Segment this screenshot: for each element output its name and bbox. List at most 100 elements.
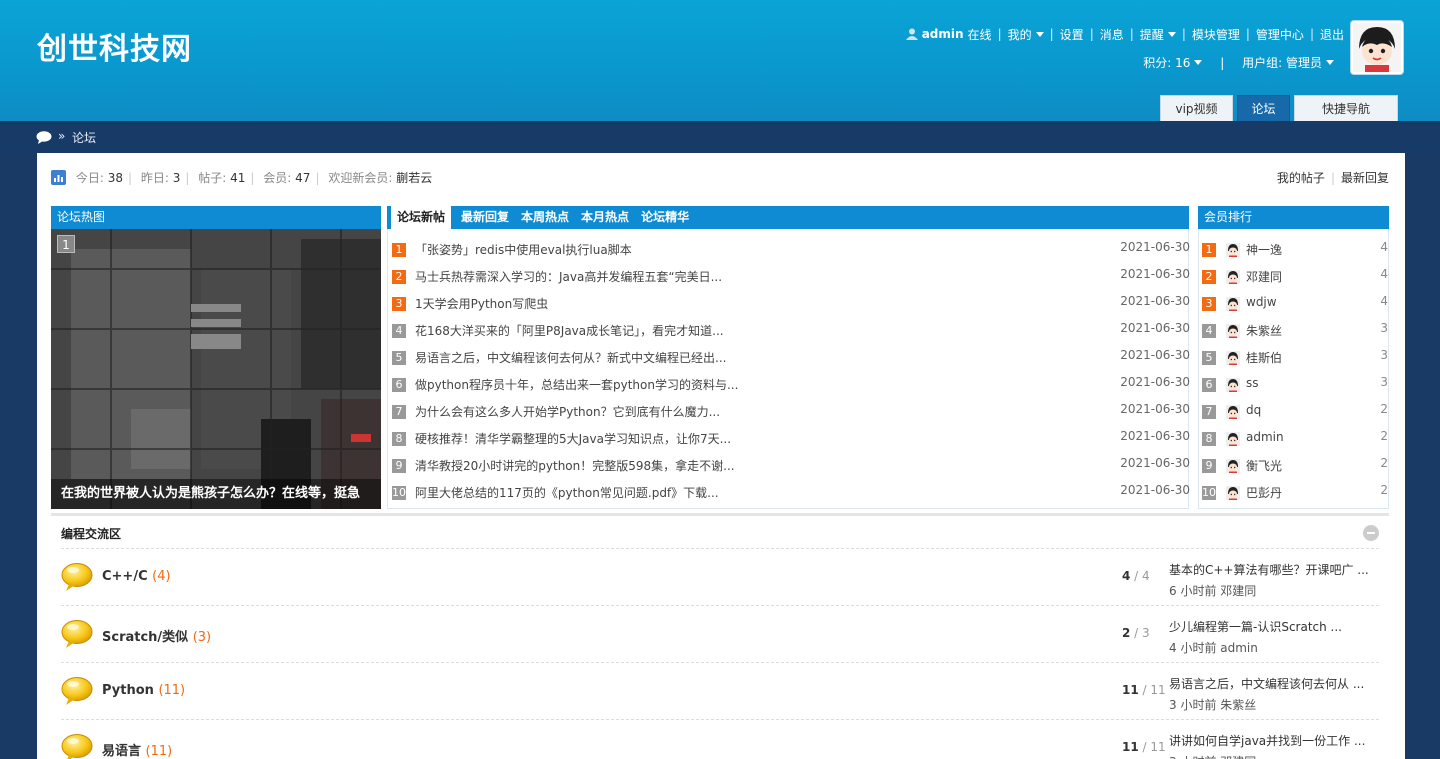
member-avatar-icon[interactable] <box>1226 459 1240 473</box>
member-avatar-icon[interactable] <box>1226 324 1240 338</box>
rank-badge: 10 <box>1202 486 1216 500</box>
user-icon <box>905 28 918 40</box>
new-post-date: 2021-06-30 <box>1120 267 1190 281</box>
forum-last-post: 少儿编程第一篇-认识Scratch ... 4 小时前 admin <box>1169 618 1379 656</box>
member-avatar-icon[interactable] <box>1226 270 1240 284</box>
home-bubble-icon[interactable] <box>36 131 52 144</box>
new-post-title-link[interactable]: 马士兵热荐需深入学习的：Java高并发编程五套“完美日... <box>415 268 722 285</box>
new-post-row: 7 为什么会有这么多人开始学Python？它到底有什么魔力... 2021-06-3… <box>388 397 1190 424</box>
tab-month-hot[interactable]: 本月热点 <box>575 206 635 229</box>
tab-forum[interactable]: 论坛 <box>1237 95 1290 121</box>
logout-link[interactable]: 退出 <box>1320 26 1344 43</box>
forum-name-link[interactable]: C++/C <box>102 569 148 584</box>
member-avatar-icon[interactable] <box>1226 297 1240 311</box>
rank-badge: 8 <box>392 432 406 446</box>
new-post-title-link[interactable]: 做python程序员十年，总结出来一套python学习的资料与... <box>415 376 738 393</box>
last-post-title-link[interactable]: 少儿编程第一篇-认识Scratch ... <box>1169 620 1342 634</box>
member-name-link[interactable]: 邓建同 <box>1246 268 1282 285</box>
messages-link[interactable]: 消息 <box>1100 26 1124 43</box>
settings-link[interactable]: 设置 <box>1060 26 1084 43</box>
latest-replies-link[interactable]: 最新回复 <box>1341 171 1389 185</box>
rank-badge: 8 <box>1202 432 1216 446</box>
tab-quick-nav[interactable]: 快捷导航 <box>1294 95 1398 121</box>
member-avatar-icon[interactable] <box>1226 378 1240 392</box>
new-post-title-link[interactable]: 花168大洋买来的「阿里P8Java成长笔记」，看完才知道... <box>415 322 724 339</box>
hot-image-slide[interactable]: 1 在我的世界被人认为是熊孩子怎么办？在线等，挺急 <box>51 229 381 509</box>
tab-week-hot[interactable]: 本周热点 <box>515 206 575 229</box>
user-info: 积分: 16 | 用户组: 管理员 <box>1143 54 1334 71</box>
new-post-title-link[interactable]: 易语言之后，中文编程该何去何从？新式中文编程已经出... <box>415 349 726 366</box>
member-name-link[interactable]: dq <box>1246 403 1261 417</box>
forum-bubble-icon[interactable] <box>61 676 93 706</box>
forum-bubble-icon[interactable] <box>61 619 93 649</box>
my-posts-link[interactable]: 我的帖子 <box>1277 171 1325 185</box>
member-post-count: 2 <box>1380 483 1388 497</box>
forum-bubble-icon[interactable] <box>61 562 93 592</box>
hot-image-caption[interactable]: 在我的世界被人认为是熊孩子怎么办？在线等，挺急 <box>51 479 381 509</box>
breadcrumb-arrow: » <box>58 129 66 143</box>
member-post-count: 3 <box>1380 321 1388 335</box>
user-avatar[interactable] <box>1350 20 1404 75</box>
my-menu[interactable]: 我的 <box>1008 26 1044 43</box>
tab-latest-replies[interactable]: 最新回复 <box>455 206 515 229</box>
member-name-link[interactable]: 巴彭丹 <box>1246 484 1282 501</box>
forum-row: C++/C (4) 4 / 4 基本的C++算法有哪些？开课吧广 ... 6 小时前 … <box>61 548 1379 605</box>
stat-today: 38 <box>107 171 123 185</box>
member-name-link[interactable]: 朱紫丝 <box>1246 322 1282 339</box>
rank-badge: 4 <box>392 324 406 338</box>
new-post-title-link[interactable]: 阿里大佬总结的117页的《python常见问题.pdf》下载... <box>415 484 719 501</box>
member-rank-row: 3 wdjw 4 <box>1199 289 1388 316</box>
member-avatar-icon[interactable] <box>1226 243 1240 257</box>
member-avatar-icon[interactable] <box>1226 405 1240 419</box>
admin-center-link[interactable]: 管理中心 <box>1256 26 1304 43</box>
new-post-title-link[interactable]: 「张姿势」redis中使用eval执行lua脚本 <box>415 241 632 258</box>
section-title[interactable]: 编程交流区 <box>61 525 121 542</box>
member-name-link[interactable]: wdjw <box>1246 295 1277 309</box>
stats-chart-icon <box>51 170 66 185</box>
usergroup-menu[interactable]: 用户组: 管理员 <box>1242 56 1334 70</box>
tab-vip-video[interactable]: vip视频 <box>1160 95 1233 121</box>
new-post-title-link[interactable]: 为什么会有这么多人开始学Python？它到底有什么魔力... <box>415 403 720 420</box>
tab-new-threads[interactable]: 论坛新帖 <box>391 206 452 229</box>
member-avatar-icon[interactable] <box>1226 486 1240 500</box>
reminders-menu[interactable]: 提醒 <box>1140 26 1176 43</box>
site-logo[interactable]: 创世科技网 <box>37 24 192 68</box>
module-admin-link[interactable]: 模块管理 <box>1192 26 1240 43</box>
points-menu[interactable]: 积分: 16 <box>1143 56 1203 70</box>
member-avatar-icon[interactable] <box>1226 351 1240 365</box>
breadcrumb-forum[interactable]: 论坛 <box>72 129 96 146</box>
rank-badge: 1 <box>392 243 406 257</box>
member-name-link[interactable]: admin <box>1246 430 1284 444</box>
rank-badge: 7 <box>1202 405 1216 419</box>
rank-badge: 10 <box>392 486 406 500</box>
member-avatar-icon[interactable] <box>1226 432 1240 446</box>
new-post-row: 9 清华教授20小时讲完的python！完整版598集，拿走不谢... 2021-0… <box>388 451 1190 478</box>
forum-name-link[interactable]: 易语言 <box>102 744 141 759</box>
member-post-count: 4 <box>1380 267 1388 281</box>
new-post-title-link[interactable]: 硬核推荐！清华学霸整理的5大Java学习知识点，让你7天... <box>415 430 731 447</box>
slide-index[interactable]: 1 <box>57 235 75 253</box>
collapse-icon[interactable] <box>1363 525 1379 541</box>
member-name-link[interactable]: 神一逸 <box>1246 241 1282 258</box>
username-link[interactable]: admin <box>922 27 964 41</box>
last-post-title-link[interactable]: 讲讲如何自学java并找到一份工作 ... <box>1169 734 1365 748</box>
forum-name-link[interactable]: Scratch/类似 <box>102 630 188 645</box>
caret-down-icon <box>1035 31 1044 37</box>
member-rank-row: 4 朱紫丝 3 <box>1199 316 1388 343</box>
newest-member-link[interactable]: 蒯若云 <box>396 171 432 185</box>
forum-bubble-icon[interactable] <box>61 733 93 759</box>
member-name-link[interactable]: 衡飞光 <box>1246 457 1282 474</box>
member-name-link[interactable]: ss <box>1246 376 1259 390</box>
new-post-date: 2021-06-30 <box>1120 294 1190 308</box>
member-name-link[interactable]: 桂斯伯 <box>1246 349 1282 366</box>
tab-digest[interactable]: 论坛精华 <box>635 206 695 229</box>
forum-name-link[interactable]: Python <box>102 683 154 698</box>
last-post-title-link[interactable]: 基本的C++算法有哪些？开课吧广 ... <box>1169 563 1369 577</box>
new-post-date: 2021-06-30 <box>1120 375 1190 389</box>
new-post-row: 8 硬核推荐！清华学霸整理的5大Java学习知识点，让你7天... 2021-06-… <box>388 424 1190 451</box>
new-post-title-link[interactable]: 清华教授20小时讲完的python！完整版598集，拿走不谢... <box>415 457 735 474</box>
last-post-title-link[interactable]: 易语言之后，中文编程该何去何从 ... <box>1169 677 1364 691</box>
new-post-title-link[interactable]: 1天学会用Python写爬虫 <box>415 295 548 312</box>
member-rank-row: 9 衡飞光 2 <box>1199 451 1388 478</box>
forum-row: 易语言 (11)11 / 11讲讲如何自学java并找到一份工作 ...3 小时… <box>61 719 1379 759</box>
